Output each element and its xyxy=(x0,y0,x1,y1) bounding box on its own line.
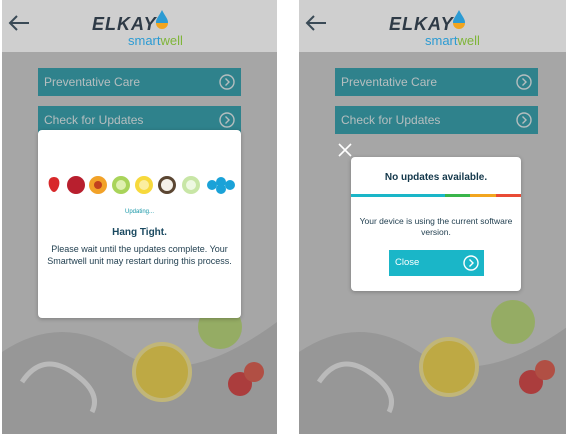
elkay-smartwell-logo: ELKAY smartwell xyxy=(92,10,192,48)
dialog-title: No updates available. xyxy=(384,172,488,183)
updating-screen: ELKAY smartwell Preventative Care Check … xyxy=(2,0,277,434)
dialog-message: Please wait until the updates complete. … xyxy=(47,244,232,266)
close-icon[interactable] xyxy=(337,142,353,158)
dialog-title: Hang Tight. xyxy=(112,227,167,238)
no-updates-screen: ELKAY smartwell Preventative Care Check … xyxy=(299,0,566,434)
water-drop-icon xyxy=(453,10,465,29)
back-arrow-icon[interactable] xyxy=(8,14,30,32)
updating-dialog: Updating... Hang Tight. Please wait unti… xyxy=(38,130,241,318)
water-drop-icon xyxy=(156,10,168,29)
close-button[interactable]: Close xyxy=(389,250,484,276)
app-header: ELKAY smartwell xyxy=(299,0,566,52)
fruit-progress-icons xyxy=(48,176,235,194)
updating-status: Updating... xyxy=(124,209,155,215)
dialog-message: Your device is using the current softwar… xyxy=(359,216,513,237)
color-divider xyxy=(351,194,521,197)
no-updates-dialog: No updates available. Your device is usi… xyxy=(351,157,521,291)
chevron-right-icon xyxy=(463,255,479,271)
elkay-smartwell-logo: ELKAY smartwell xyxy=(389,10,489,48)
brand-name: ELKAY xyxy=(92,14,157,34)
app-header: ELKAY smartwell xyxy=(2,0,277,52)
brand-subtitle: smartwell xyxy=(128,33,183,48)
brand-subtitle: smartwell xyxy=(425,33,480,48)
brand-name: ELKAY xyxy=(389,14,454,34)
back-arrow-icon[interactable] xyxy=(305,14,327,32)
